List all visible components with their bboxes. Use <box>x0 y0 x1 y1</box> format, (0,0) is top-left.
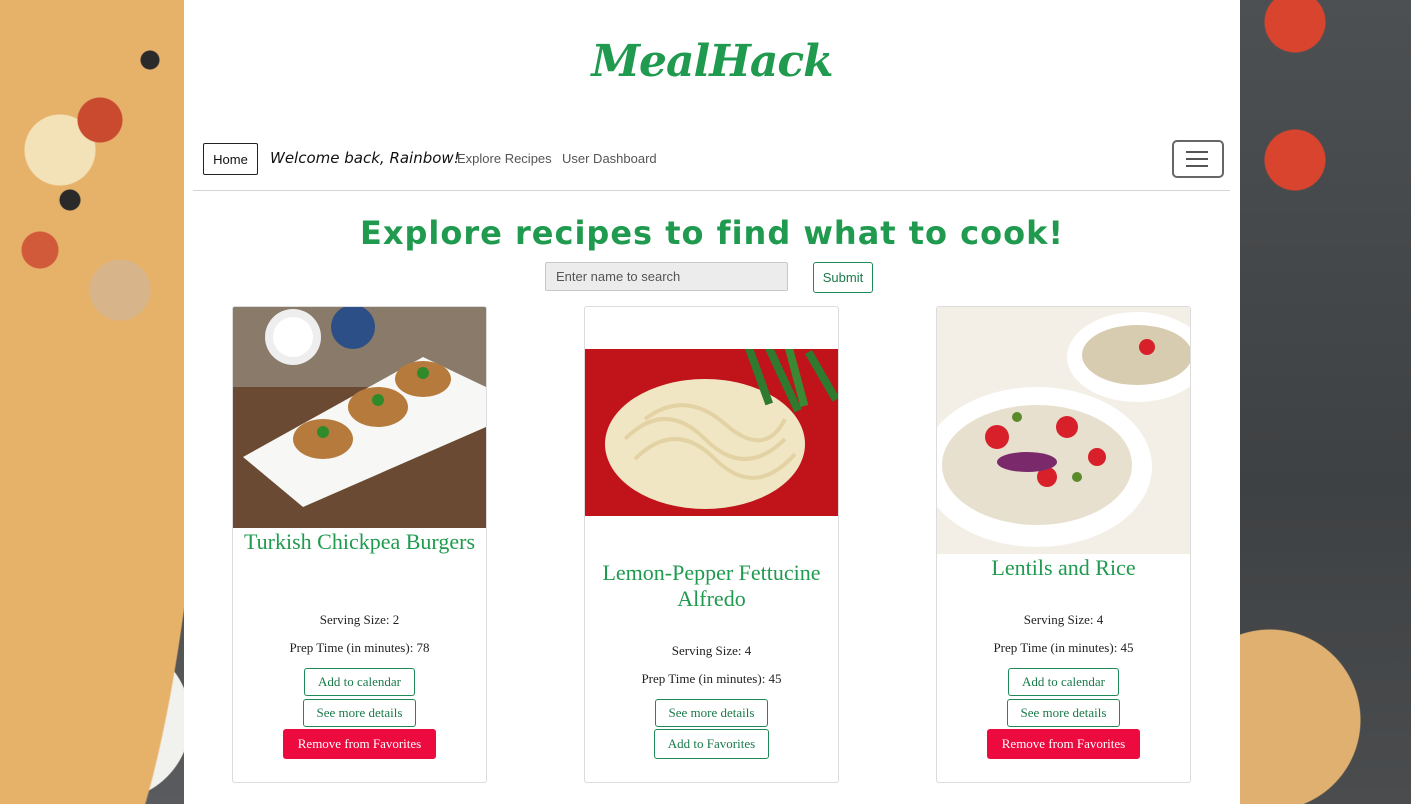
see-more-details-button[interactable]: See more details <box>303 699 416 727</box>
submit-button[interactable]: Submit <box>813 262 873 293</box>
welcome-message: Welcome back, Rainbow! <box>270 149 460 167</box>
add-to-favorites-button[interactable]: Add to Favorites <box>654 729 769 759</box>
prep-time: Prep Time (in minutes): 78 <box>289 640 430 655</box>
remove-from-favorites-button[interactable]: Remove from Favorites <box>283 729 436 759</box>
recipe-image <box>585 349 838 516</box>
remove-from-favorites-button[interactable]: Remove from Favorites <box>987 729 1140 759</box>
prep-time: Prep Time (in minutes): 45 <box>641 671 782 686</box>
hamburger-icon-line <box>1186 165 1208 167</box>
serving-size: Serving Size: 4 <box>671 643 752 658</box>
navbar: Home Welcome back, Rainbow! Explore Reci… <box>193 140 1230 191</box>
serving-size: Serving Size: 4 <box>1023 612 1104 627</box>
app-logo[interactable]: MealHack <box>184 36 1240 87</box>
recipe-card: Lentils and Rice Serving Size: 4 Prep Ti… <box>936 306 1191 783</box>
recipe-title: Lentils and Rice <box>991 555 1136 580</box>
recipe-card: Turkish Chickpea Burgers Serving Size: 2… <box>232 306 487 783</box>
hamburger-icon-line <box>1186 158 1208 160</box>
nav-link-explore-recipes[interactable]: Explore Recipes <box>457 151 552 166</box>
add-to-calendar-button[interactable]: Add to calendar <box>1008 668 1119 696</box>
recipe-title: Turkish Chickpea Burgers <box>244 529 475 554</box>
background-pizza-image-right <box>1240 0 1411 804</box>
search-input[interactable] <box>545 262 788 291</box>
recipe-image <box>937 307 1190 554</box>
see-more-details-button[interactable]: See more details <box>655 699 768 727</box>
hamburger-icon <box>1186 151 1208 153</box>
prep-time: Prep Time (in minutes): 45 <box>993 640 1134 655</box>
menu-toggle-button[interactable] <box>1172 140 1224 178</box>
nav-link-user-dashboard[interactable]: User Dashboard <box>562 151 657 166</box>
nav-home-button[interactable]: Home <box>203 143 258 175</box>
recipe-card: Lemon-Pepper Fettucine Alfredo Serving S… <box>584 306 839 783</box>
add-to-calendar-button[interactable]: Add to calendar <box>304 668 415 696</box>
see-more-details-button[interactable]: See more details <box>1007 699 1120 727</box>
background-pizza-image-left <box>0 0 184 804</box>
main-panel: MealHack Home Welcome back, Rainbow! Exp… <box>184 0 1240 804</box>
serving-size: Serving Size: 2 <box>319 612 400 627</box>
recipe-title: Lemon-Pepper Fettucine Alfredo <box>602 560 821 611</box>
page-heading: Explore recipes to find what to cook! <box>360 214 1064 252</box>
recipe-image <box>233 307 486 528</box>
